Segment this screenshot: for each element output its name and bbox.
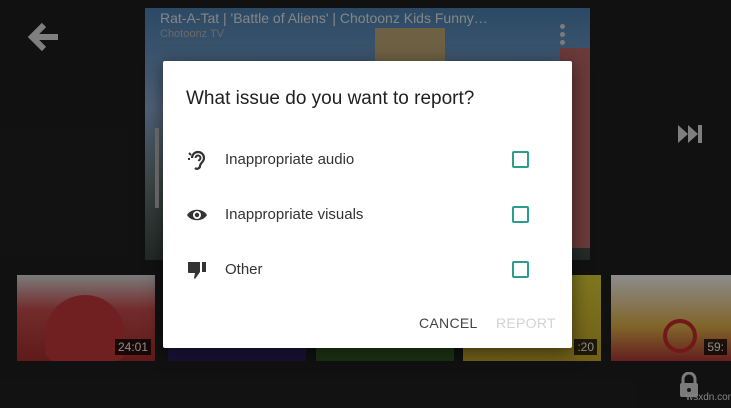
ear-icon <box>186 149 208 171</box>
thumb-down-icon <box>186 259 208 281</box>
report-dialog: What issue do you want to report? Inappr… <box>163 61 572 348</box>
option-inappropriate-visuals[interactable]: Inappropriate visuals <box>163 193 572 237</box>
visuals-checkbox[interactable] <box>512 206 529 223</box>
other-checkbox[interactable] <box>512 261 529 278</box>
option-label: Inappropriate visuals <box>225 206 364 223</box>
cancel-button[interactable]: CANCEL <box>419 315 478 331</box>
option-inappropriate-audio[interactable]: Inappropriate audio <box>163 138 572 182</box>
report-button[interactable]: REPORT <box>496 315 556 331</box>
watermark: wsxdn.com <box>686 392 731 403</box>
dialog-title: What issue do you want to report? <box>186 88 475 109</box>
eye-icon <box>186 204 208 226</box>
audio-checkbox[interactable] <box>512 151 529 168</box>
option-label: Inappropriate audio <box>225 151 355 168</box>
option-label: Other <box>225 261 263 278</box>
option-other[interactable]: Other <box>163 248 572 292</box>
